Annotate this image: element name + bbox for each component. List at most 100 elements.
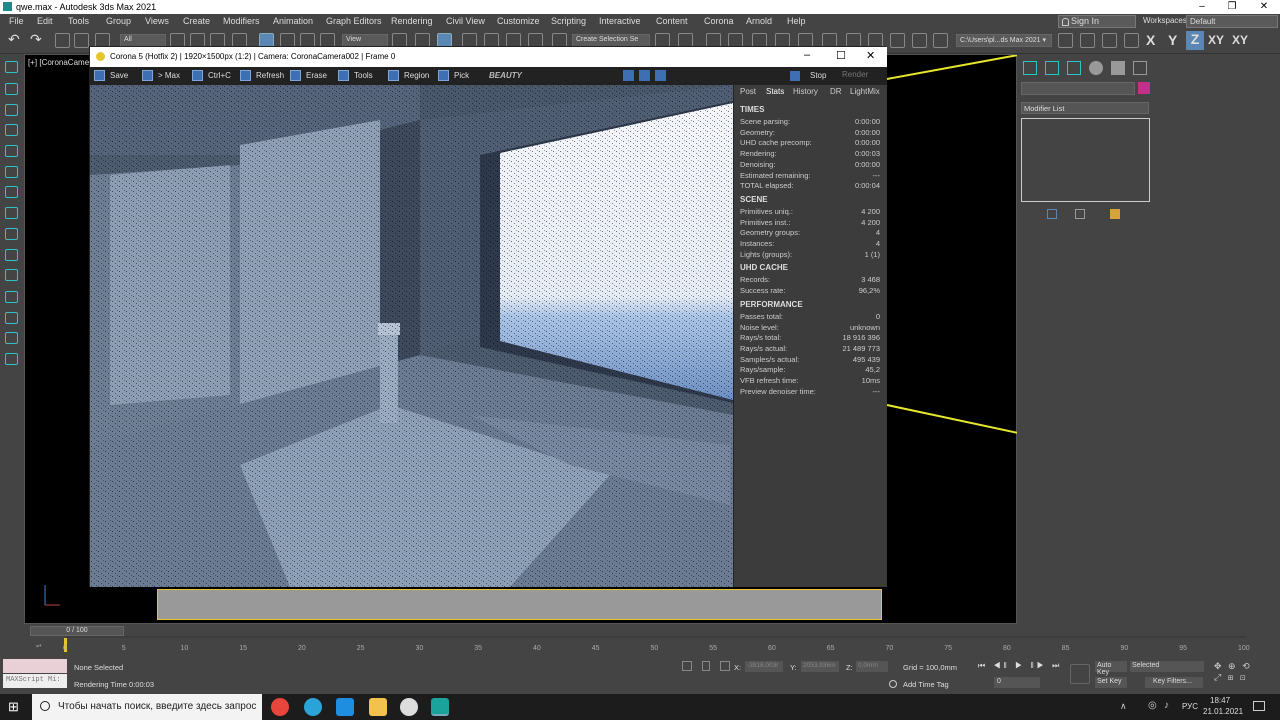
tab-lightmix[interactable]: LightMix (850, 87, 880, 99)
create-tab-icon[interactable] (1023, 61, 1037, 75)
create-icon[interactable] (5, 61, 18, 73)
modifier-stack[interactable] (1021, 118, 1150, 202)
menu-arnold[interactable]: Arnold (746, 16, 772, 26)
motion-tab-icon[interactable] (1089, 61, 1103, 75)
isolate-selection-icon[interactable] (682, 661, 692, 671)
vfb-maximize-icon[interactable]: ☐ (836, 49, 846, 62)
menu-corona[interactable]: Corona (704, 16, 734, 26)
stop-button[interactable]: Stop (810, 71, 826, 80)
close-icon[interactable]: ✕ (1250, 0, 1278, 14)
utilities-tab-icon[interactable] (1133, 61, 1147, 75)
eye-icon[interactable] (5, 353, 18, 365)
tab-history[interactable]: History (793, 87, 818, 99)
menu-file[interactable]: File (9, 16, 24, 26)
language-indicator[interactable]: РУС (1182, 702, 1198, 711)
key-selection-select[interactable]: Selected (1130, 661, 1204, 672)
playback-controls[interactable]: ⏮ ◀‖ ▶ ‖▶ ⏭ (978, 661, 1062, 671)
zoom-fit-icon[interactable] (655, 70, 666, 81)
edge-icon[interactable] (336, 698, 354, 716)
scene-list-icon[interactable] (5, 145, 18, 157)
menu-rendering[interactable]: Rendering (391, 16, 433, 26)
add-time-tag[interactable]: Add Time Tag (903, 680, 949, 689)
render-element-select[interactable]: BEAUTY (486, 70, 618, 83)
windows-start-icon[interactable]: ⊞ (8, 699, 19, 715)
y-coordinate[interactable]: 2053,936m (801, 661, 839, 672)
render-button[interactable]: Render (842, 70, 868, 79)
refresh-button[interactable]: Refresh (240, 69, 284, 83)
taskbar-search[interactable]: Чтобы начать поиск, введите здесь запрос (32, 694, 262, 720)
auto-key-button[interactable]: Auto Key (1095, 661, 1127, 676)
pin-stack-icon[interactable] (1047, 209, 1057, 219)
axis-xy-button[interactable]: XY (1208, 33, 1224, 47)
project-folder-icon[interactable] (1058, 33, 1073, 48)
tab-post[interactable]: Post (740, 87, 756, 99)
undo-icon[interactable]: ↶ (8, 31, 23, 47)
menu-edit[interactable]: Edit (37, 16, 53, 26)
menu-animation[interactable]: Animation (273, 16, 313, 26)
tools-button[interactable]: Tools (338, 69, 373, 83)
space-warp-icon[interactable] (5, 291, 18, 303)
set-key-button[interactable]: Set Key (1095, 677, 1127, 688)
object-color-swatch[interactable] (1138, 82, 1150, 94)
paint-icon[interactable] (5, 228, 18, 240)
vfb-close-icon[interactable]: ✕ (866, 49, 875, 62)
menu-help[interactable]: Help (787, 16, 806, 26)
modify-tab-icon[interactable] (1045, 61, 1059, 75)
set-key-icon[interactable] (1070, 664, 1090, 684)
app-shield-icon[interactable] (400, 698, 418, 716)
key-filters-button[interactable]: Key Filters... (1145, 677, 1203, 688)
copy-button[interactable]: Ctrl+C (192, 69, 231, 83)
axis-x-button[interactable]: X (1146, 32, 1155, 48)
save-button[interactable]: Save (94, 69, 128, 83)
populate-icon[interactable] (5, 124, 18, 136)
helper-icon[interactable] (5, 249, 18, 261)
3dsmax-taskbar-icon[interactable] (431, 698, 449, 716)
axis-y-button[interactable]: Y (1168, 32, 1177, 48)
render-production-icon[interactable] (890, 33, 905, 48)
minimize-icon[interactable]: – (1188, 0, 1216, 14)
configure-sets-icon[interactable] (1110, 209, 1120, 219)
camera-icon[interactable] (5, 269, 18, 281)
unlink-icon[interactable] (74, 33, 89, 48)
lock-selection-icon[interactable] (702, 661, 710, 671)
menu-views[interactable]: Views (145, 16, 169, 26)
workspace-select[interactable]: Default (1186, 15, 1278, 28)
z-coordinate[interactable]: 0,0mm (856, 661, 888, 672)
rotate-view-icon[interactable] (5, 207, 18, 219)
show-end-result-icon[interactable] (1075, 209, 1085, 219)
menu-graph-editors[interactable]: Graph Editors (326, 16, 382, 26)
shape-icon[interactable] (5, 186, 18, 198)
render-in-cloud-icon[interactable] (912, 33, 927, 48)
menu-tools[interactable]: Tools (68, 16, 89, 26)
menu-interactive[interactable]: Interactive (599, 16, 641, 26)
axis-z-button[interactable]: Z (1186, 31, 1204, 50)
axis-xy-cycle-button[interactable]: XY (1232, 33, 1248, 47)
tab-stats[interactable]: Stats (766, 87, 784, 99)
menu-group[interactable]: Group (106, 16, 131, 26)
maximize-icon[interactable]: ❐ (1218, 0, 1246, 14)
viewport-navigation-icons[interactable]: ✥ ⊕ ⟲ ⤢ ⊞ ⊡ (1214, 661, 1274, 689)
open-file-icon[interactable] (1080, 33, 1095, 48)
sign-in-dropdown[interactable]: Sign In (1058, 15, 1136, 28)
taskbar-date[interactable]: 21.01.2021 (1203, 707, 1243, 716)
menu-scripting[interactable]: Scripting (551, 16, 586, 26)
frame-icon[interactable] (5, 332, 18, 344)
vfb-minimize-icon[interactable]: – (804, 49, 810, 61)
menu-content[interactable]: Content (656, 16, 688, 26)
region-button[interactable]: Region (388, 69, 429, 83)
redo-icon[interactable]: ↷ (30, 31, 45, 47)
volume-icon[interactable]: ♪ (1164, 700, 1169, 711)
light-icon[interactable] (5, 166, 18, 178)
viewport-label[interactable]: [+] [CoronaCamer (28, 58, 92, 67)
taskbar-time[interactable]: 18:47 (1210, 696, 1230, 705)
render-image[interactable] (90, 85, 733, 587)
a360-gallery-icon[interactable] (933, 33, 948, 48)
modifier-list-dropdown[interactable]: Modifier List (1021, 102, 1149, 114)
select-icon[interactable] (5, 104, 18, 116)
object-name-field[interactable] (1021, 82, 1135, 95)
zoom-in-icon[interactable] (623, 70, 634, 81)
absolute-mode-icon[interactable] (720, 661, 730, 671)
file-explorer-icon[interactable] (369, 698, 387, 716)
erase-button[interactable]: Erase (290, 69, 327, 83)
hierarchy-tab-icon[interactable] (1067, 61, 1081, 75)
